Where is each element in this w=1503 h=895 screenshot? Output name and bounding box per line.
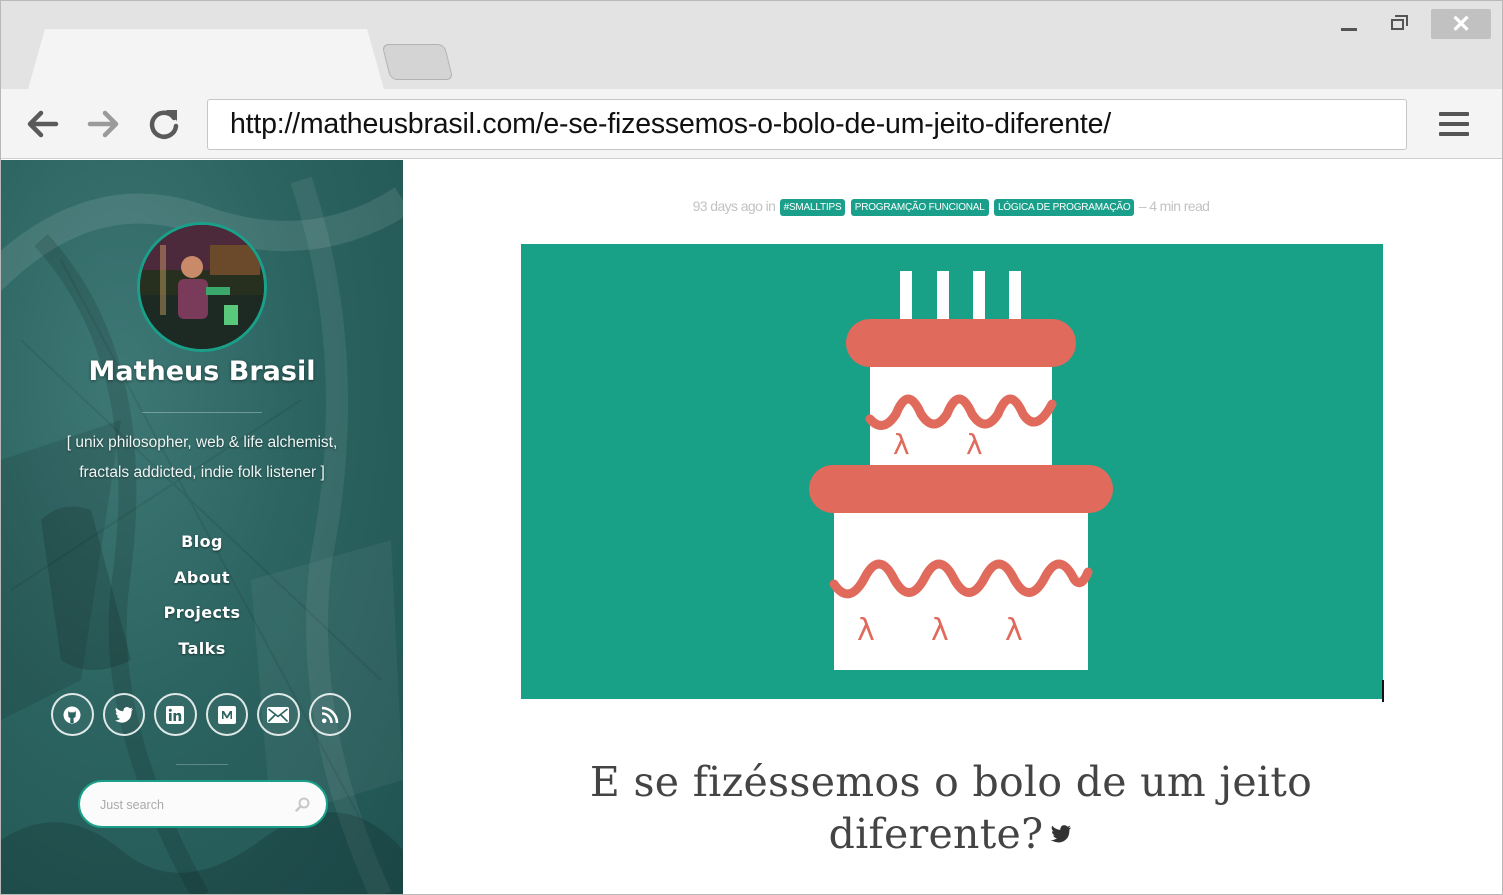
email-link[interactable] [257, 693, 300, 736]
avatar-photo [140, 225, 264, 349]
lambda-symbol: λ [931, 613, 949, 648]
search-input[interactable] [100, 794, 280, 816]
post-hero-image: λ λ λ λ λ [521, 244, 1383, 699]
bio-line: fractals addicted, indie folk listener ] [79, 464, 325, 481]
post-title-line: E se fizéssemos o bolo de um jeito [589, 758, 1313, 806]
twitter-icon [114, 706, 133, 723]
minimize-button[interactable] [1329, 9, 1369, 39]
cake-illustration: λ λ λ λ λ [809, 271, 1113, 670]
minimize-icon [1341, 27, 1357, 31]
linkedin-icon [166, 705, 185, 724]
back-button[interactable] [17, 89, 67, 159]
lambda-symbol: λ [966, 428, 983, 461]
tag-link[interactable]: #SMALLTIPS [779, 199, 846, 216]
post-title: E se fizéssemos o bolo de um jeito difer… [553, 756, 1349, 860]
divider [142, 412, 262, 413]
close-icon: ✕ [1450, 10, 1472, 38]
new-tab-button[interactable] [381, 44, 454, 80]
nav-link-about[interactable]: About [1, 564, 403, 600]
post-date: 93 days ago in [692, 198, 776, 214]
reload-icon [149, 110, 179, 139]
lambda-symbol: λ [1005, 613, 1023, 648]
github-icon [63, 706, 81, 723]
nav-link-projects[interactable]: Projects [1, 599, 403, 635]
tag-link[interactable]: LÓGICA DE PROGRAMAÇÃO [993, 199, 1135, 216]
browser-toolbar: http://matheusbrasil.com/e-se-fizessemos… [1, 89, 1502, 159]
nav-link-talks[interactable]: Talks [1, 635, 403, 671]
blog-sidebar: Matheus Brasil [ unix philosopher, web &… [1, 160, 403, 894]
address-bar[interactable]: http://matheusbrasil.com/e-se-fizessemos… [207, 99, 1407, 150]
lambda-symbol: λ [893, 428, 910, 461]
tag-link[interactable]: PROGRAMÇÃO FUNCIONAL [850, 199, 989, 216]
sidebar-nav: Blog About Projects Talks [1, 528, 403, 670]
search-icon[interactable] [295, 797, 310, 812]
bio-line: [ unix philosopher, web & life alchemist… [66, 434, 338, 451]
medium-link[interactable] [205, 693, 248, 736]
email-icon [267, 706, 290, 723]
browser-window: ✕ http://matheusbrasil.com/e-se-fizessem… [0, 0, 1503, 895]
image-edge-mark [1382, 680, 1384, 702]
social-links [51, 693, 351, 736]
post-title-line: diferente? [828, 810, 1044, 858]
rss-icon [321, 706, 339, 723]
lambda-symbol: λ [857, 613, 875, 648]
close-window-button[interactable]: ✕ [1431, 9, 1491, 39]
linkedin-link[interactable] [154, 693, 197, 736]
twitter-link[interactable] [102, 693, 145, 736]
maximize-icon [1390, 14, 1408, 30]
read-time: – 4 min read [1138, 198, 1210, 214]
browser-menu-button[interactable] [1429, 89, 1479, 159]
tab-strip: ✕ [1, 1, 1502, 93]
forward-arrow-icon [87, 110, 119, 138]
search-box [78, 780, 328, 828]
browser-tab[interactable] [27, 29, 385, 93]
forward-button[interactable] [79, 89, 129, 159]
hamburger-menu-icon [1439, 106, 1469, 142]
post-content: 93 days ago in #SMALLTIPS PROGRAMÇÃO FUN… [403, 160, 1502, 894]
nav-link-blog[interactable]: Blog [1, 528, 403, 564]
author-name[interactable]: Matheus Brasil [1, 356, 403, 387]
twitter-share-icon[interactable] [1049, 824, 1073, 844]
back-arrow-icon [27, 110, 59, 138]
reload-button[interactable] [139, 89, 189, 159]
medium-icon [217, 705, 236, 724]
url-text: http://matheusbrasil.com/e-se-fizessemos… [230, 108, 1111, 140]
divider [176, 764, 228, 765]
author-bio: [ unix philosopher, web & life alchemist… [41, 428, 363, 488]
post-meta: 93 days ago in #SMALLTIPS PROGRAMÇÃO FUN… [403, 198, 1499, 216]
maximize-button[interactable] [1377, 9, 1417, 39]
rss-link[interactable] [308, 693, 351, 736]
author-avatar[interactable] [137, 222, 267, 352]
github-link[interactable] [51, 693, 94, 736]
